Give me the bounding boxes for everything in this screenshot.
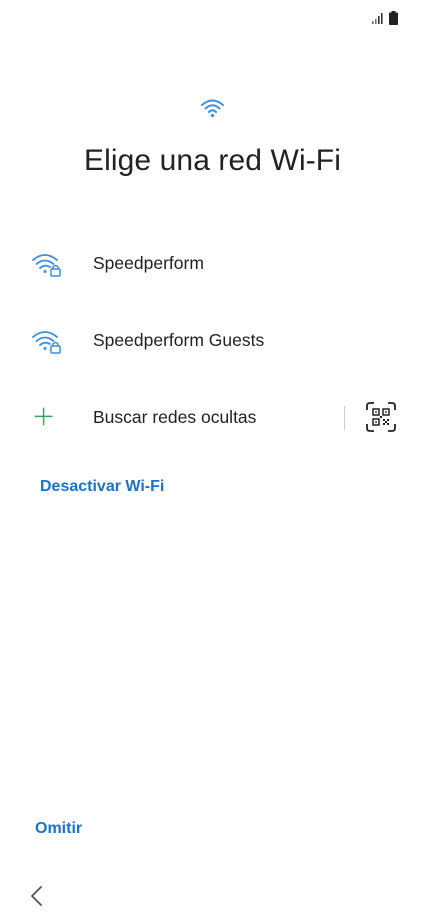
network-name: Speedperform [93,253,204,273]
network-item-speedperform[interactable]: Speedperform [0,225,425,302]
status-bar [0,0,425,36]
search-hidden-networks-item[interactable]: Buscar redes ocultas [0,379,425,456]
chevron-left-icon[interactable] [28,884,48,908]
wifi-lock-icon [32,330,61,354]
battery-icon [389,11,398,25]
wifi-setup-screen: Elige una red Wi-Fi Speedperform Speedpe… [0,0,425,922]
search-hidden-networks-label: Buscar redes ocultas [93,407,257,427]
vertical-divider [344,406,345,430]
network-name: Speedperform Guests [93,330,265,350]
wifi-lock-icon [32,253,61,277]
wifi-icon [201,99,224,118]
network-list: Speedperform Speedperform Guests Buscar … [0,225,425,456]
skip-link[interactable]: Omitir [35,820,82,838]
disable-wifi-link[interactable]: Desactivar Wi-Fi [40,478,164,496]
qr-code-scan-icon[interactable] [366,402,396,432]
network-item-speedperform-guests[interactable]: Speedperform Guests [0,302,425,379]
plus-icon [34,407,53,425]
page-title: Elige una red Wi-Fi [84,144,341,177]
signal-icon [372,13,383,24]
